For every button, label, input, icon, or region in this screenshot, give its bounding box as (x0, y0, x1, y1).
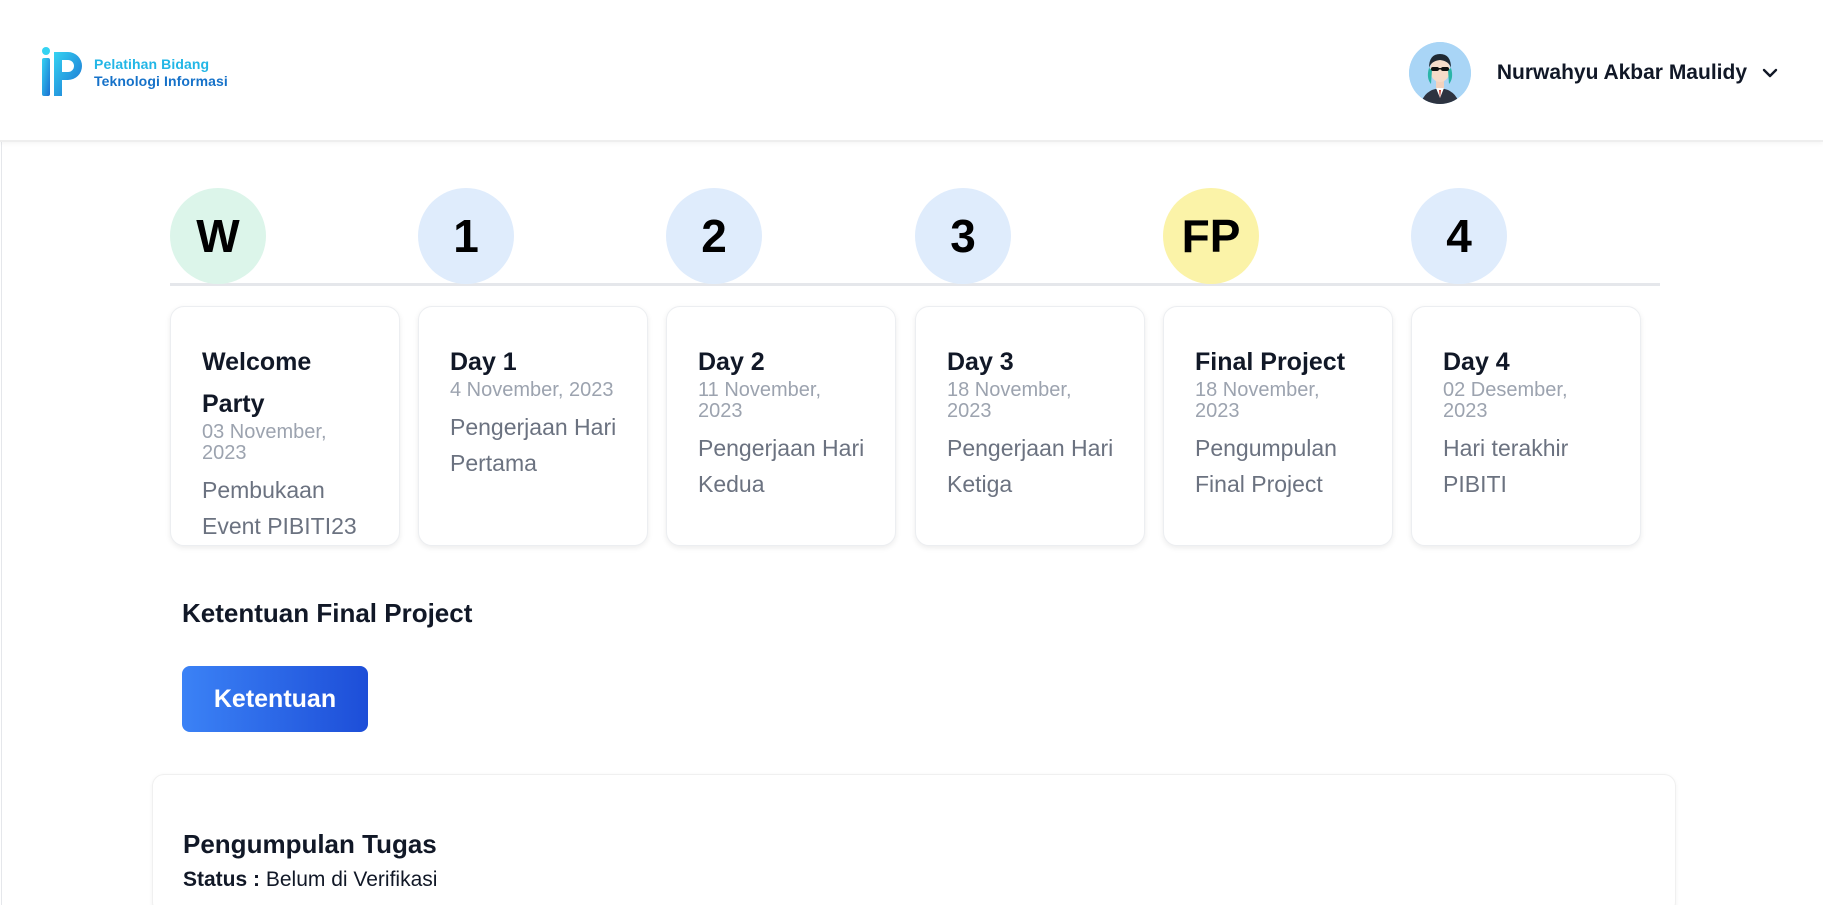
brand-line-2: Teknologi Informasi (94, 73, 228, 89)
timeline-card-day2[interactable]: Day 2 11 November, 2023 Pengerjaan Hari … (666, 306, 896, 546)
card-description: Pengumpulan Final Project (1195, 435, 1337, 497)
card-title: Day 3 (947, 348, 1014, 376)
submission-status: Status : Belum di Verifikasi (183, 868, 437, 892)
avatar-illustration (1408, 42, 1471, 104)
card-description: Pengerjaan Hari Ketiga (947, 435, 1114, 497)
card-date: 03 November, 2023 (202, 421, 327, 464)
timeline-card-day3[interactable]: Day 3 18 November, 2023 Pengerjaan Hari … (915, 306, 1145, 546)
timeline-card-welcome[interactable]: Welcome Party 03 November, 2023 Pembukaa… (170, 306, 400, 546)
card-date: 11 November, 2023 (698, 379, 822, 422)
brand-line-1: Pelatihan Bidang (94, 56, 210, 72)
card-title: Final Project (1195, 348, 1346, 376)
timeline-card-day4[interactable]: Day 4 02 Desember, 2023 Hari terakhir PI… (1411, 306, 1641, 546)
timeline-badge-final-project: FP (1163, 188, 1259, 284)
timeline-card-day1[interactable]: Day 1 4 November, 2023 Pengerjaan Hari P… (418, 306, 648, 546)
card-description: Pengerjaan Hari Kedua (698, 435, 865, 497)
timeline-badge-day3: 3 (915, 188, 1011, 284)
card-title: Day 1 (450, 348, 517, 376)
chevron-down-icon[interactable] (1761, 64, 1779, 82)
card-date: 02 Desember, 2023 (1443, 379, 1568, 422)
brand-text: Pelatihan Bidang Teknologi Informasi (94, 56, 228, 90)
user-menu[interactable]: Nurwahyu Akbar Maulidy (1408, 40, 1779, 106)
status-label: Status : (183, 868, 261, 891)
timeline-card-final-project[interactable]: Final Project 18 November, 2023 Pengumpu… (1163, 306, 1393, 546)
brand-logo[interactable]: Pelatihan Bidang Teknologi Informasi (40, 46, 250, 100)
submission-title: Pengumpulan Tugas (183, 829, 437, 859)
navbar: Pelatihan Bidang Teknologi Informasi Nur… (0, 0, 1823, 142)
card-title: Welcome Party (202, 348, 312, 418)
card-date: 18 November, 2023 (947, 379, 1072, 422)
ketentuan-button[interactable]: Ketentuan (182, 666, 368, 732)
card-title: Day 4 (1443, 348, 1510, 376)
card-description: Pembukaan Event PIBITI23 (202, 477, 357, 539)
timeline-badge-welcome: W (170, 188, 266, 284)
card-description: Hari terakhir PIBITI (1443, 435, 1569, 497)
pibiti-logo-icon (42, 47, 82, 96)
user-name: Nurwahyu Akbar Maulidy (1496, 61, 1747, 84)
card-title: Day 2 (698, 348, 765, 376)
status-value: Belum di Verifikasi (265, 868, 438, 891)
card-description: Pengerjaan Hari Pertama (450, 414, 617, 476)
user-avatar[interactable] (1408, 42, 1471, 104)
card-date: 4 November, 2023 (450, 379, 614, 401)
timeline-badge-day1: 1 (418, 188, 514, 284)
card-date: 18 November, 2023 (1195, 379, 1320, 422)
submission-panel: Pengumpulan Tugas Status : Belum di Veri… (152, 774, 1676, 905)
final-project-rules-title: Ketentuan Final Project (182, 598, 473, 628)
timeline-badge-day2: 2 (666, 188, 762, 284)
timeline-line (170, 283, 1660, 286)
timeline-badge-day4: 4 (1411, 188, 1507, 284)
